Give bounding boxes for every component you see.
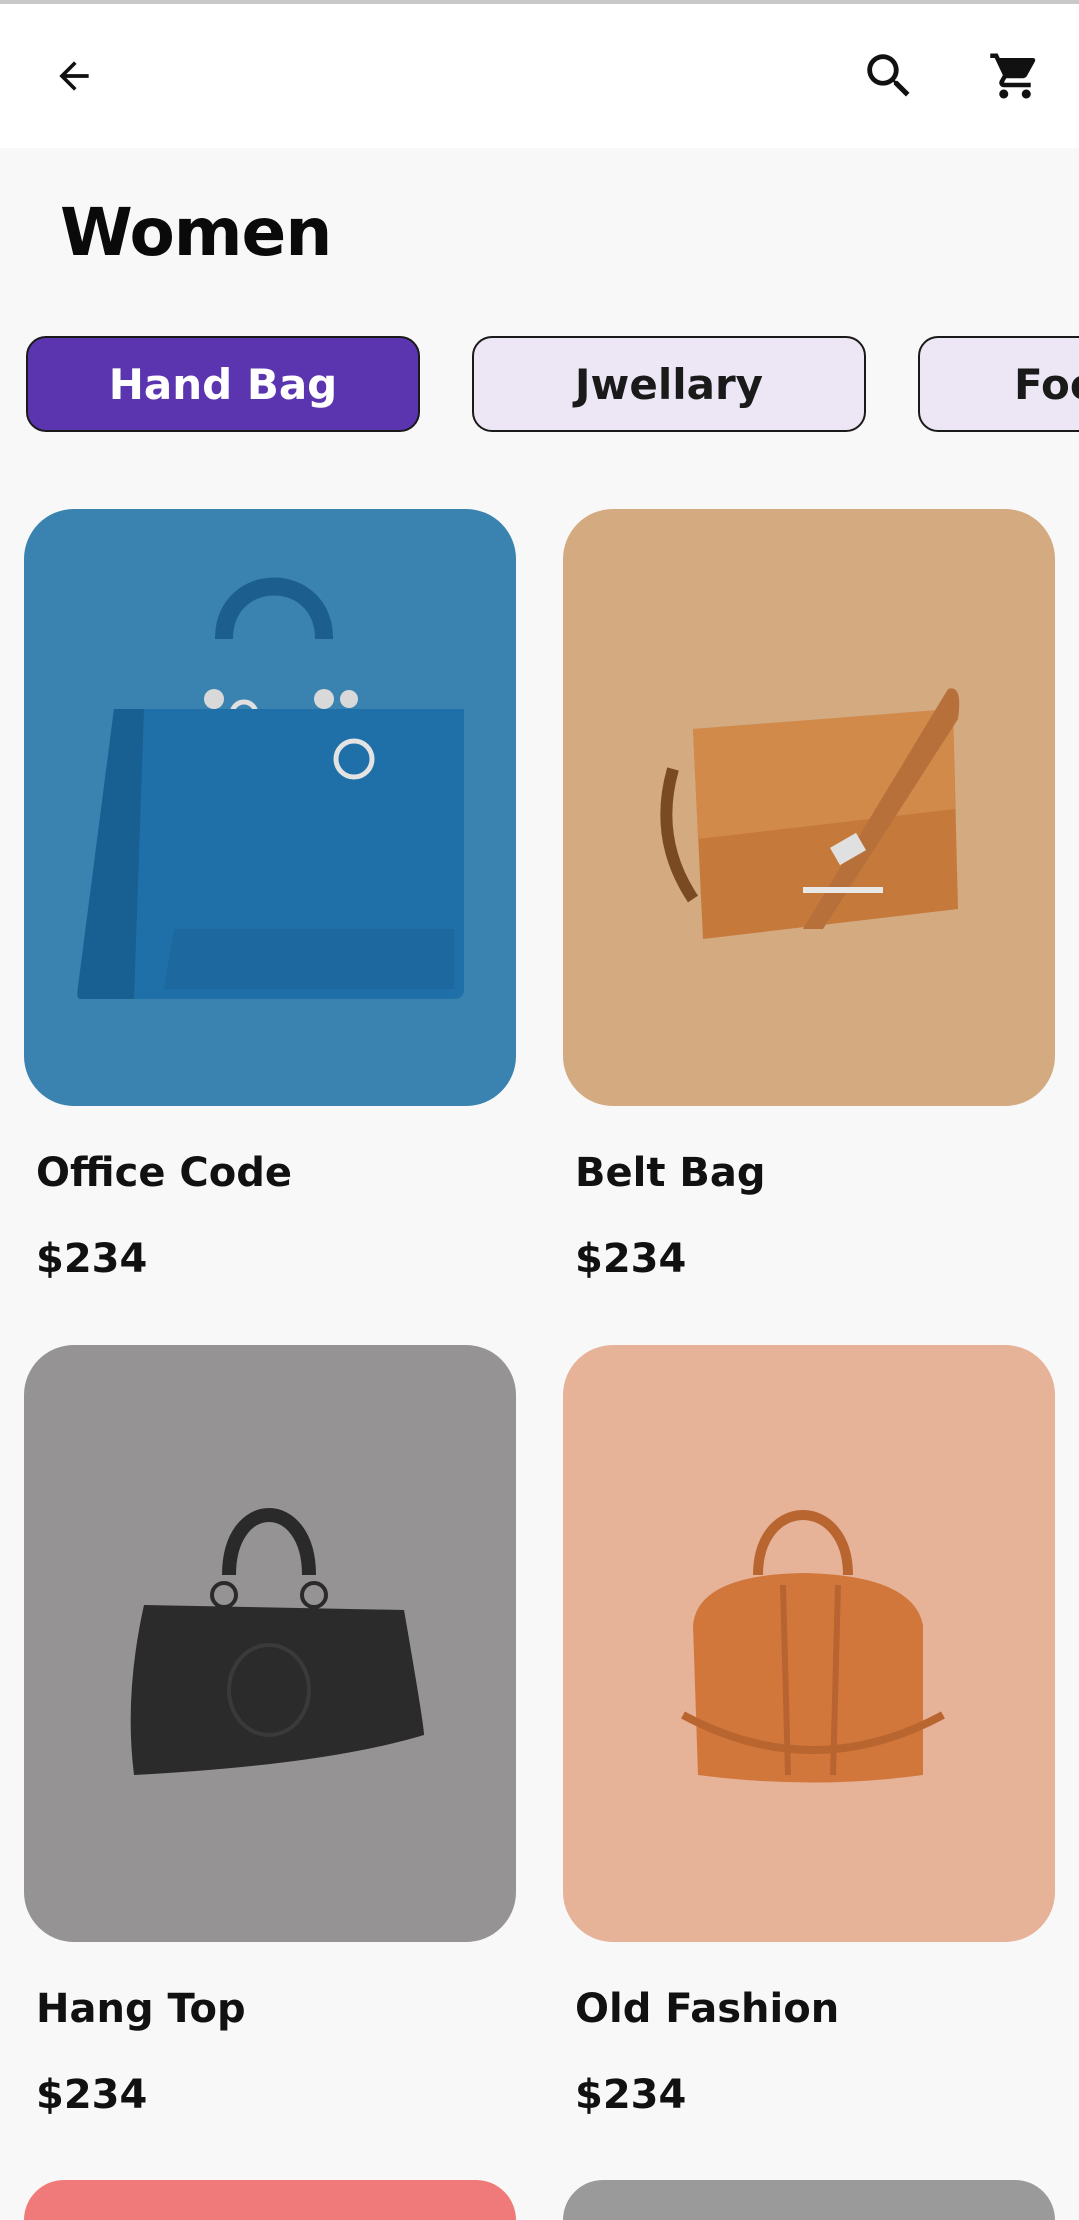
category-chips: Hand Bag Jwellary Foo bbox=[0, 336, 1079, 436]
cart-icon bbox=[990, 53, 1036, 99]
product-name: Hang Top bbox=[36, 1986, 246, 2032]
product-price: $234 bbox=[36, 1236, 148, 1282]
product-image[interactable] bbox=[24, 1345, 516, 1942]
product-card-peek[interactable] bbox=[24, 2180, 516, 2220]
page-title: Women bbox=[60, 194, 332, 271]
back-button[interactable] bbox=[34, 36, 114, 116]
chip-label: Foo bbox=[1014, 359, 1079, 409]
product-price: $234 bbox=[575, 1236, 687, 1282]
product-card[interactable]: Hang Top $234 bbox=[24, 1345, 516, 2118]
product-image[interactable] bbox=[24, 509, 516, 1106]
product-card[interactable]: Office Code $234 bbox=[24, 509, 516, 1282]
orange-duffel-bag-icon bbox=[681, 1510, 945, 1783]
product-card-peek[interactable] bbox=[563, 2180, 1055, 2220]
product-card[interactable]: Old Fashion $234 bbox=[563, 1345, 1055, 2118]
chip-label: Jwellary bbox=[574, 359, 764, 409]
category-chip-jwellary[interactable]: Jwellary bbox=[472, 336, 866, 432]
search-icon bbox=[867, 54, 910, 97]
product-name: Old Fashion bbox=[575, 1986, 840, 2032]
arrow-back-icon bbox=[59, 61, 89, 91]
product-image[interactable] bbox=[563, 1345, 1055, 1942]
product-price: $234 bbox=[36, 2072, 148, 2118]
blue-tote-handbag-icon bbox=[77, 577, 464, 999]
product-image[interactable] bbox=[563, 509, 1055, 1106]
category-chip-hand-bag[interactable]: Hand Bag bbox=[26, 336, 420, 432]
product-price: $234 bbox=[575, 2072, 687, 2118]
chip-label: Hand Bag bbox=[108, 359, 338, 409]
category-chip-foo[interactable]: Foo bbox=[918, 336, 1079, 432]
cart-button[interactable] bbox=[975, 36, 1055, 116]
product-card[interactable]: Belt Bag $234 bbox=[563, 509, 1055, 1282]
product-name: Office Code bbox=[36, 1150, 292, 1196]
app-bar bbox=[0, 4, 1079, 148]
tan-messenger-bag-icon bbox=[660, 688, 960, 939]
search-button[interactable] bbox=[849, 36, 929, 116]
black-leather-handbag-icon bbox=[130, 1508, 424, 1775]
product-name: Belt Bag bbox=[575, 1150, 766, 1196]
